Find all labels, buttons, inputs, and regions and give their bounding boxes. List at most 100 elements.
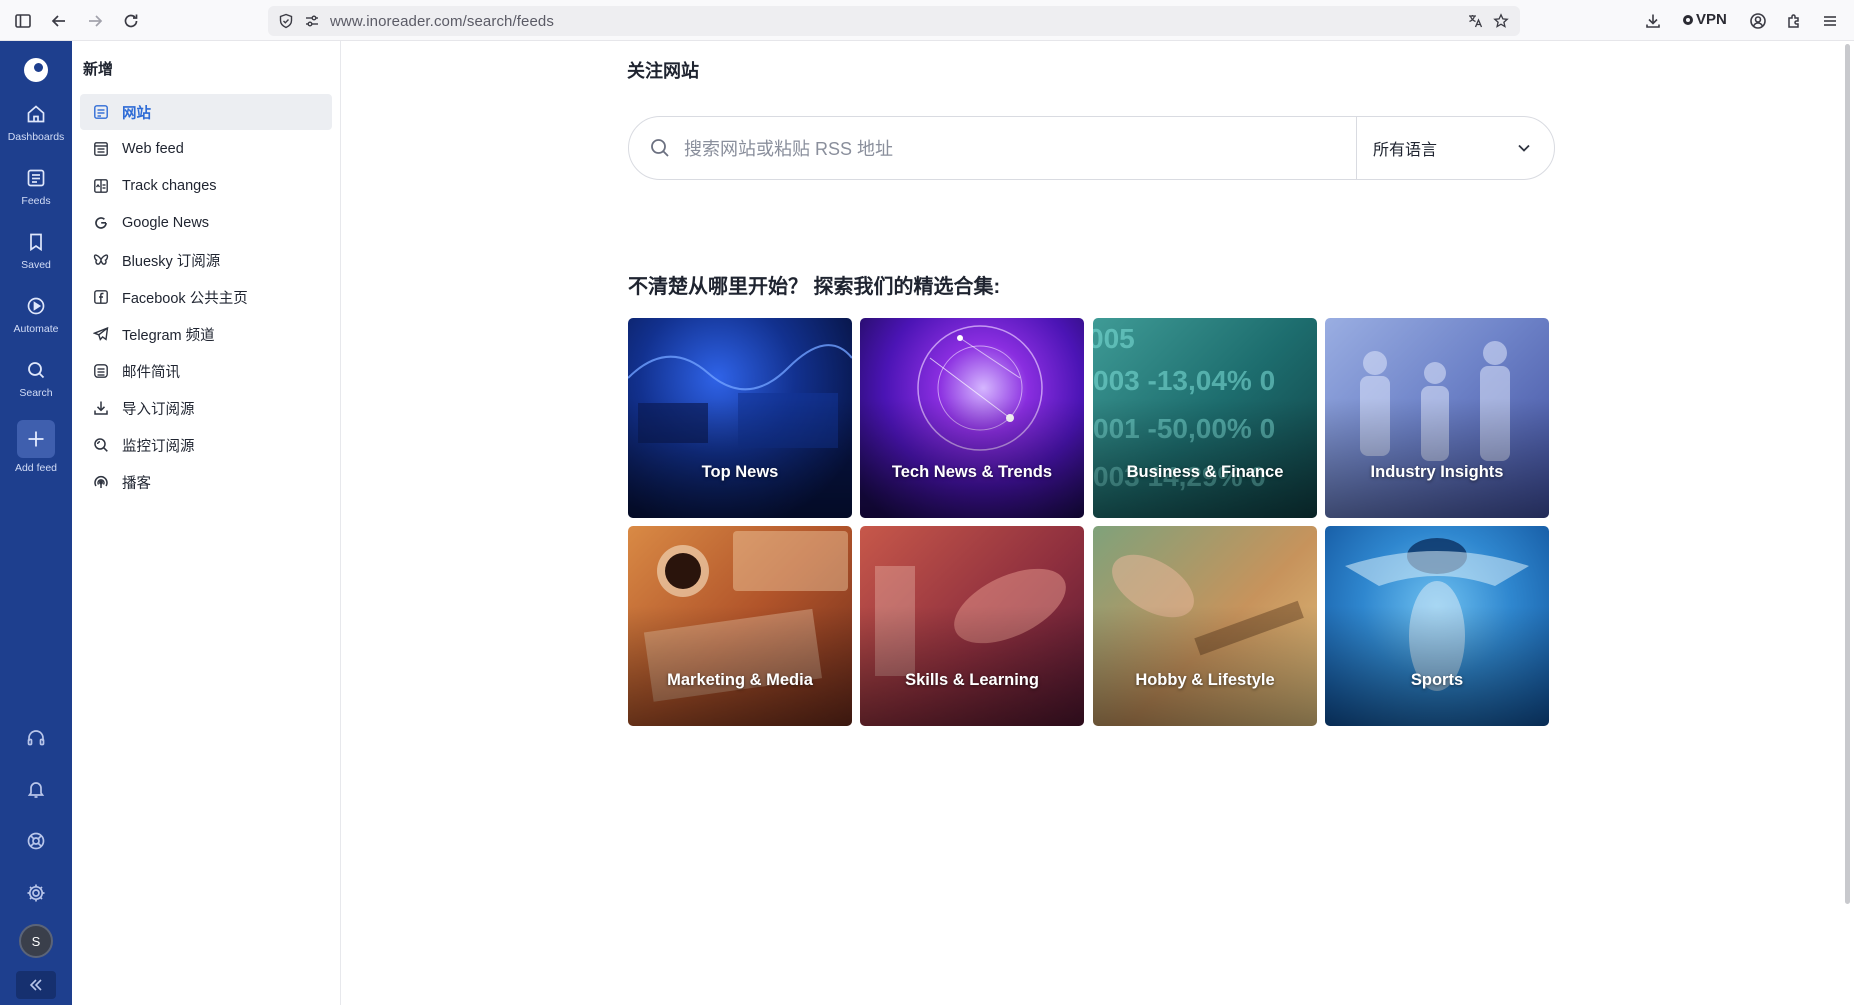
gear-icon[interactable] bbox=[24, 881, 48, 905]
home-icon bbox=[27, 105, 45, 123]
rail-item-feeds[interactable]: Feeds bbox=[0, 163, 72, 221]
card-shade bbox=[628, 606, 852, 726]
side-item-label: Telegram 频道 bbox=[122, 327, 215, 344]
side-item-label: 网站 bbox=[122, 105, 151, 122]
svg-text:005: 005 bbox=[1093, 323, 1135, 354]
rail-item-automate[interactable]: Automate bbox=[0, 291, 72, 349]
side-item-label: Bluesky 订阅源 bbox=[122, 253, 221, 270]
collection-card-business-finance[interactable]: 005 003 -13,04% 0 001 -50,00% 0 003 14,2… bbox=[1093, 318, 1317, 518]
add-feed-button[interactable] bbox=[17, 420, 55, 458]
side-item-label: Web feed bbox=[122, 141, 184, 157]
side-item-websites[interactable]: 网站 bbox=[80, 94, 332, 130]
bookmark-icon bbox=[30, 233, 42, 252]
bookmark-star-icon[interactable] bbox=[1491, 11, 1511, 31]
page-title: 关注网站 bbox=[627, 61, 699, 81]
sidebar-toggle-icon[interactable] bbox=[10, 8, 36, 34]
forward-arrow-icon[interactable] bbox=[82, 8, 108, 34]
help-icon[interactable] bbox=[24, 829, 48, 853]
side-item-newsletters[interactable]: 邮件简讯 bbox=[80, 353, 332, 389]
rail-item-dashboards[interactable]: Dashboards bbox=[0, 99, 72, 157]
facebook-icon bbox=[91, 287, 111, 307]
rail-label: Search bbox=[19, 387, 53, 399]
collection-card-marketing-media[interactable]: Marketing & Media bbox=[628, 526, 852, 726]
back-arrow-icon[interactable] bbox=[46, 8, 72, 34]
feeds-icon bbox=[27, 169, 45, 187]
url-text[interactable]: www.inoreader.com/search/feeds bbox=[330, 13, 554, 30]
collection-card-label: Tech News & Trends bbox=[891, 463, 1053, 481]
card-shade bbox=[860, 398, 1084, 518]
browser-toolbar: www.inoreader.com/search/feeds VPN bbox=[0, 0, 1854, 41]
language-select[interactable]: 所有语言 bbox=[1356, 117, 1555, 179]
collection-card-label: Sports bbox=[1410, 671, 1464, 689]
rail-label: Saved bbox=[21, 259, 51, 271]
collapse-button[interactable] bbox=[16, 971, 56, 999]
downloads-icon[interactable] bbox=[1640, 8, 1666, 34]
card-shade bbox=[1325, 398, 1549, 518]
side-item-label: 邮件简讯 bbox=[122, 364, 180, 381]
search-icon bbox=[649, 137, 673, 161]
rail-item-add-feed[interactable]: Add feed bbox=[0, 420, 72, 478]
rail-item-search[interactable]: Search bbox=[0, 355, 72, 413]
rail-item-saved[interactable]: Saved bbox=[0, 227, 72, 285]
monitor-icon bbox=[91, 435, 111, 455]
side-item-track-changes[interactable]: Track changes bbox=[80, 168, 332, 204]
headphones-icon[interactable] bbox=[24, 725, 48, 749]
collection-card-top-news[interactable]: Top News bbox=[628, 318, 852, 518]
plus-icon bbox=[28, 431, 44, 447]
rail-label: Feeds bbox=[21, 195, 51, 207]
side-item-monitor[interactable]: 监控订阅源 bbox=[80, 427, 332, 463]
podcast-icon bbox=[91, 472, 111, 492]
collection-card-label: Marketing & Media bbox=[667, 671, 813, 689]
side-item-bluesky[interactable]: Bluesky 订阅源 bbox=[80, 242, 332, 278]
import-icon bbox=[91, 398, 111, 418]
inoreader-logo[interactable] bbox=[24, 58, 48, 82]
collection-card-label: Skills & Learning bbox=[905, 671, 1039, 689]
search-icon bbox=[28, 362, 45, 379]
collection-card-hobby-lifestyle[interactable]: Hobby & Lifestyle bbox=[1093, 526, 1317, 726]
card-shade bbox=[860, 606, 1084, 726]
card-shade bbox=[1093, 398, 1317, 518]
vpn-button[interactable]: VPN bbox=[1683, 11, 1727, 28]
side-item-google-news[interactable]: Google News bbox=[80, 205, 332, 241]
collection-card-skills-learning[interactable]: Skills & Learning bbox=[860, 526, 1084, 726]
google-icon bbox=[91, 213, 111, 233]
side-item-podcasts[interactable]: 播客 bbox=[80, 464, 332, 500]
telegram-icon bbox=[91, 324, 111, 344]
automate-icon bbox=[27, 297, 45, 315]
app-rail: Dashboards Feeds Saved Automate Search A… bbox=[0, 41, 72, 1005]
bell-icon[interactable] bbox=[24, 777, 48, 801]
side-item-telegram[interactable]: Telegram 频道 bbox=[80, 316, 332, 352]
page-scrollbar[interactable] bbox=[1845, 44, 1850, 904]
side-item-label: 播客 bbox=[122, 475, 151, 492]
shield-icon[interactable] bbox=[276, 11, 296, 31]
side-item-web-feed[interactable]: Web feed bbox=[80, 131, 332, 167]
card-shade bbox=[1325, 606, 1549, 726]
reload-icon[interactable] bbox=[118, 8, 144, 34]
double-chevron-left-icon bbox=[29, 979, 42, 991]
collection-card-label: Hobby & Lifestyle bbox=[1135, 671, 1275, 689]
extensions-icon[interactable] bbox=[1781, 8, 1807, 34]
side-item-facebook[interactable]: Facebook 公共主页 bbox=[80, 279, 332, 315]
translate-icon[interactable] bbox=[1465, 11, 1485, 31]
collection-card-tech-news[interactable]: Tech News & Trends bbox=[860, 318, 1084, 518]
avatar[interactable]: S bbox=[19, 924, 53, 958]
menu-icon[interactable] bbox=[1817, 8, 1843, 34]
side-item-import[interactable]: 导入订阅源 bbox=[80, 390, 332, 426]
language-select-value: 所有语言 bbox=[1373, 142, 1438, 159]
collection-card-sports[interactable]: Sports bbox=[1325, 526, 1549, 726]
site-permissions-icon[interactable] bbox=[302, 11, 322, 31]
newsletter-icon bbox=[91, 361, 111, 381]
card-shade bbox=[1093, 606, 1317, 726]
account-icon[interactable] bbox=[1745, 8, 1771, 34]
butterfly-icon bbox=[91, 250, 111, 270]
side-item-label: Facebook 公共主页 bbox=[122, 290, 248, 307]
collection-card-label: Business & Finance bbox=[1126, 463, 1284, 481]
svg-text:003 -13,04% 0: 003 -13,04% 0 bbox=[1093, 365, 1275, 396]
card-shade bbox=[628, 398, 852, 518]
address-bar[interactable]: www.inoreader.com/search/feeds bbox=[268, 6, 1520, 36]
feed-search-box: 所有语言 bbox=[628, 116, 1555, 180]
chevron-down-icon bbox=[1515, 139, 1533, 157]
collection-card-industry-insights[interactable]: Industry Insights bbox=[1325, 318, 1549, 518]
search-input[interactable] bbox=[684, 129, 1284, 169]
collections-heading: 不清楚从哪里开始？ 探索我们的精选合集: bbox=[628, 276, 1001, 298]
